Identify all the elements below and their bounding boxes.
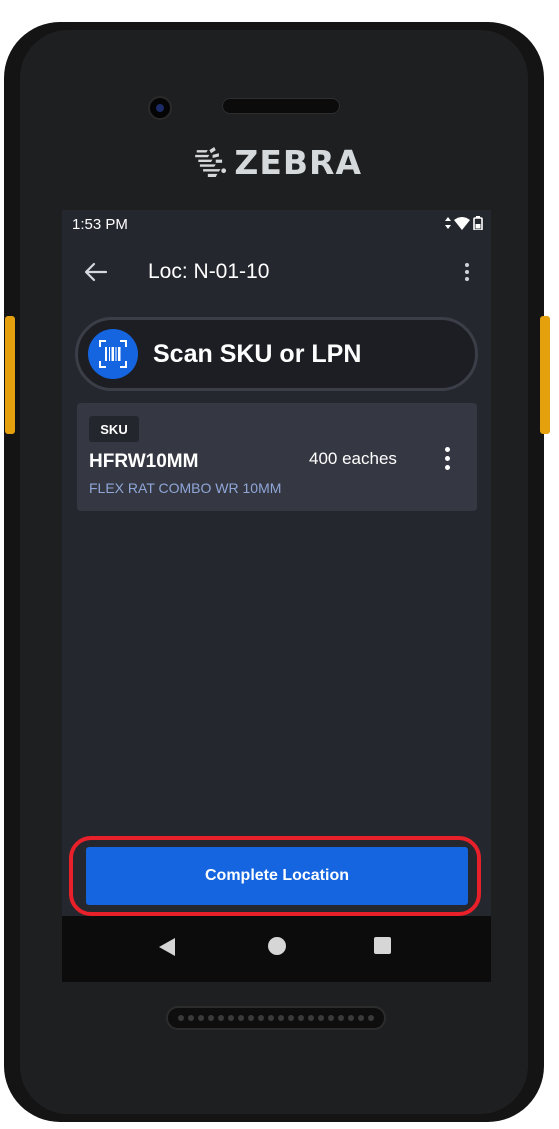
list-item[interactable]: SKU HFRW10MM FLEX RAT COMBO WR 10MM 400 … — [77, 403, 477, 511]
earpiece-speaker — [222, 98, 340, 114]
status-icons — [445, 216, 483, 230]
nav-home-icon[interactable] — [268, 937, 286, 955]
right-scan-button[interactable] — [540, 316, 550, 434]
device-screen: 1:53 PM Loc: N-01-10 Scan SKU or LPN SKU… — [62, 210, 491, 916]
nav-back-icon[interactable] — [158, 937, 176, 957]
sku-description: FLEX RAT COMBO WR 10MM — [89, 480, 282, 496]
overflow-menu-icon[interactable] — [459, 258, 475, 286]
front-camera — [148, 96, 172, 120]
brand-wordmark: ZEBRA — [234, 142, 362, 182]
status-bar: 1:53 PM — [62, 210, 491, 240]
left-scan-button[interactable] — [5, 316, 15, 434]
item-quantity: 400 eaches — [309, 449, 397, 468]
item-more-icon[interactable] — [437, 441, 457, 475]
status-time: 1:53 PM — [72, 216, 128, 233]
system-nav-bar — [62, 916, 491, 982]
complete-location-button[interactable]: Complete Location — [86, 847, 468, 905]
wifi-icon — [454, 216, 470, 230]
scan-label: Scan SKU or LPN — [153, 340, 362, 368]
nav-recents-icon[interactable] — [374, 937, 391, 954]
zebra-head-icon — [195, 146, 227, 178]
bottom-speaker-grille — [166, 1006, 386, 1030]
barcode-scan-icon — [88, 329, 138, 379]
sku-code: HFRW10MM — [89, 451, 199, 472]
battery-icon — [473, 216, 483, 230]
app-bar: Loc: N-01-10 — [62, 250, 491, 296]
barcode-icon — [99, 340, 127, 368]
page-title: Loc: N-01-10 — [148, 260, 270, 283]
data-arrows-icon — [445, 217, 451, 229]
scan-input[interactable]: Scan SKU or LPN — [75, 317, 478, 391]
type-badge: SKU — [89, 416, 139, 442]
brand-logo: ZEBRA — [192, 136, 362, 188]
back-arrow-icon[interactable] — [82, 258, 110, 286]
